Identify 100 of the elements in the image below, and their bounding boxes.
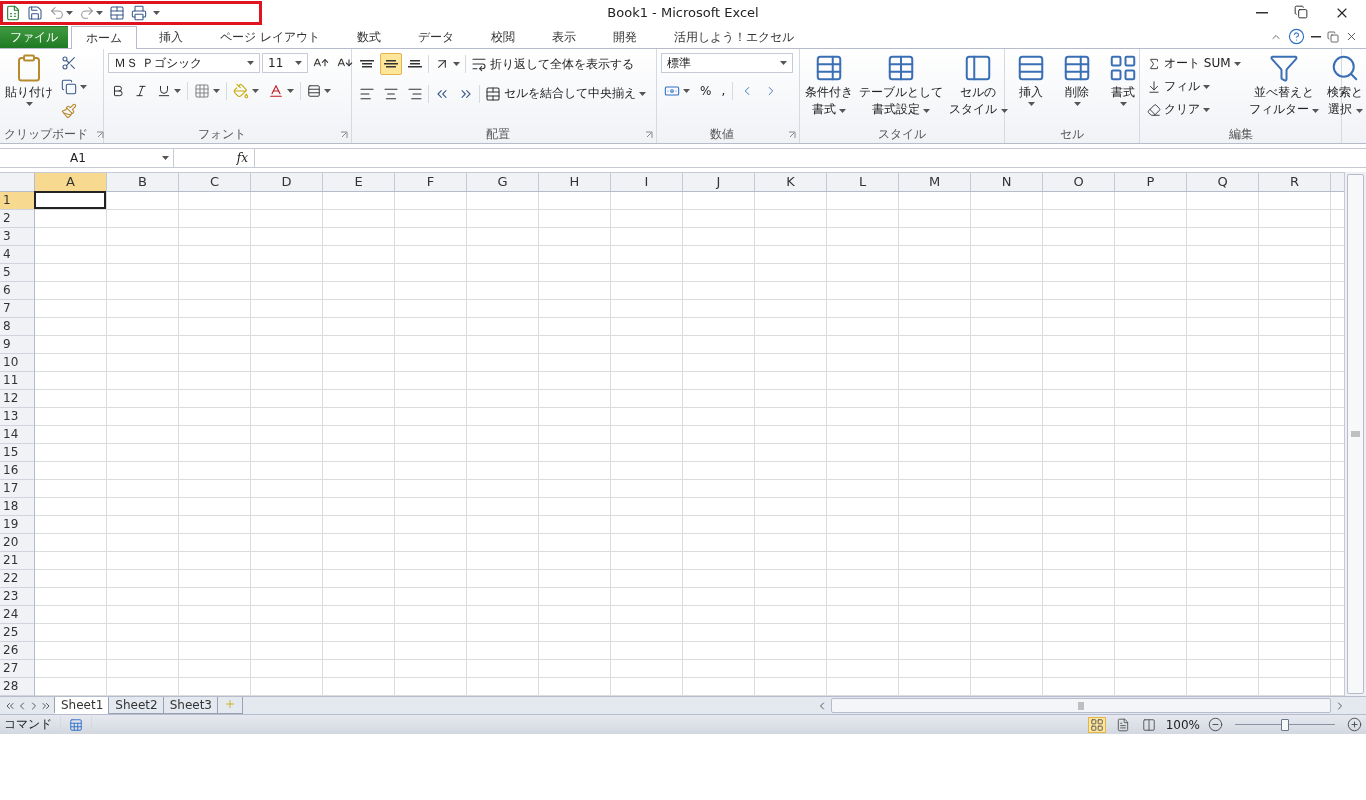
name-box[interactable]: A1 [0,149,174,167]
zoom-level[interactable]: 100% [1165,717,1200,732]
ribbon-tab[interactable]: ホーム [71,26,137,49]
dialog-launcher-icon[interactable] [788,130,796,139]
column-header[interactable]: D [251,173,323,191]
column-header[interactable]: B [107,173,179,191]
row-header[interactable]: 9 [0,336,34,354]
undo-button[interactable] [49,5,73,21]
ribbon-tab[interactable]: ファイル [0,26,68,48]
sheet-tab[interactable]: Sheet3 [162,697,219,714]
row-header[interactable]: 24 [0,606,34,624]
copy-icon [61,79,77,95]
row-header[interactable]: 5 [0,264,34,282]
row-header[interactable]: 19 [0,516,34,534]
view-button[interactable] [1087,716,1106,733]
column-header[interactable]: H [539,173,611,191]
insert-function-button[interactable]: fx [236,151,248,165]
style-button[interactable]: テーブルとして 書式設定 [858,53,944,126]
sheet-tab[interactable]: Sheet2 [108,697,165,714]
cell-grid[interactable] [35,192,1344,696]
column-header[interactable]: G [467,173,539,191]
row-header[interactable]: 26 [0,642,34,660]
column-header[interactable]: P [1115,173,1187,191]
printer-icon [131,5,147,21]
sheet-tab[interactable]: Sheet1 [54,697,111,714]
window-title: Book1 - Microsoft Excel [607,5,759,20]
group-label: スタイル [878,126,926,143]
merge-center-button[interactable]: セルを結合して中央揃え [482,83,649,104]
row-header[interactable]: 4 [0,246,34,264]
row-header[interactable]: 1 [0,192,34,210]
cell-button[interactable]: 書式 [1107,53,1139,106]
caret-icon [639,91,646,96]
font-size-field[interactable]: 11 [262,53,308,73]
column-header[interactable]: N [971,173,1043,191]
column-header[interactable]: M [899,173,971,191]
edit-button[interactable]: クリア [1144,99,1213,120]
number-format-field[interactable]: 標準 [661,53,793,73]
dialog-launcher-icon[interactable] [340,130,348,139]
row-header[interactable]: 14 [0,426,34,444]
row-header[interactable]: 8 [0,318,34,336]
row-header[interactable]: 20 [0,534,34,552]
edit-button[interactable]: 検索と 選択 [1326,53,1365,117]
percent-button[interactable]: % [697,82,715,100]
column-header[interactable]: F [395,173,467,191]
column-header[interactable]: L [827,173,899,191]
caret-icon [1073,102,1081,106]
edit-icon [1147,79,1161,94]
edit-button[interactable]: フィル [1144,76,1213,97]
active-cell [34,191,106,209]
column-header[interactable]: O [1043,173,1115,191]
font-name-field[interactable]: ＭＳ Ｐゴシック [108,53,260,73]
column-header[interactable]: C [179,173,251,191]
zoom-thumb[interactable] [1281,718,1289,731]
paste-button[interactable]: 貼り付け [4,53,54,126]
row-header[interactable]: 11 [0,372,34,390]
column-header[interactable]: R [1259,173,1331,191]
row-header[interactable]: 25 [0,624,34,642]
row-header[interactable]: 12 [0,390,34,408]
row-header[interactable]: 15 [0,444,34,462]
customize-toolbar-button[interactable] [153,11,160,15]
row-header[interactable]: 7 [0,300,34,318]
row-header[interactable]: 13 [0,408,34,426]
save-button[interactable] [27,5,43,21]
column-header[interactable]: I [611,173,683,191]
wrap-text-button[interactable]: 折り返して全体を表示する [468,53,637,75]
row-header[interactable]: 21 [0,552,34,570]
caret-icon [1233,61,1241,66]
caret-icon [1027,102,1035,106]
row-header[interactable]: 2 [0,210,34,228]
column-header[interactable]: J [683,173,755,191]
style-button[interactable]: セルの スタイル [948,53,1009,126]
comma-button[interactable]: , [718,82,729,100]
column-header[interactable]: E [323,173,395,191]
row-header[interactable]: 16 [0,462,34,480]
row-header[interactable]: 23 [0,588,34,606]
row-header[interactable]: 18 [0,498,34,516]
row-header[interactable]: 17 [0,480,34,498]
row-header[interactable]: 6 [0,282,34,300]
row-header[interactable]: 3 [0,228,34,246]
row-header[interactable]: 27 [0,660,34,678]
edit-button[interactable]: 並べ替えと フィルター [1247,53,1321,117]
style-button[interactable]: 条件付き 書式 [804,53,854,126]
cell-button[interactable]: 挿入 [1015,53,1047,106]
caret-icon [295,61,302,65]
scrollbar-thumb[interactable] [831,698,1331,713]
cell-button[interactable]: 削除 [1061,53,1093,106]
redo-button[interactable] [79,5,103,21]
column-header[interactable]: K [755,173,827,191]
undo-icon [49,5,65,21]
row-header[interactable]: 10 [0,354,34,372]
column-header[interactable]: A [35,173,107,191]
dialog-launcher-icon[interactable] [95,130,104,139]
vertical-align-button[interactable] [380,53,402,75]
edit-button[interactable]: オート SUM [1144,53,1244,74]
dialog-launcher-icon[interactable] [645,130,653,139]
restore-icon [1294,5,1308,19]
print-button[interactable] [131,5,147,21]
grip-icon [1351,431,1360,437]
column-header[interactable]: Q [1187,173,1259,191]
row-header[interactable]: 22 [0,570,34,588]
